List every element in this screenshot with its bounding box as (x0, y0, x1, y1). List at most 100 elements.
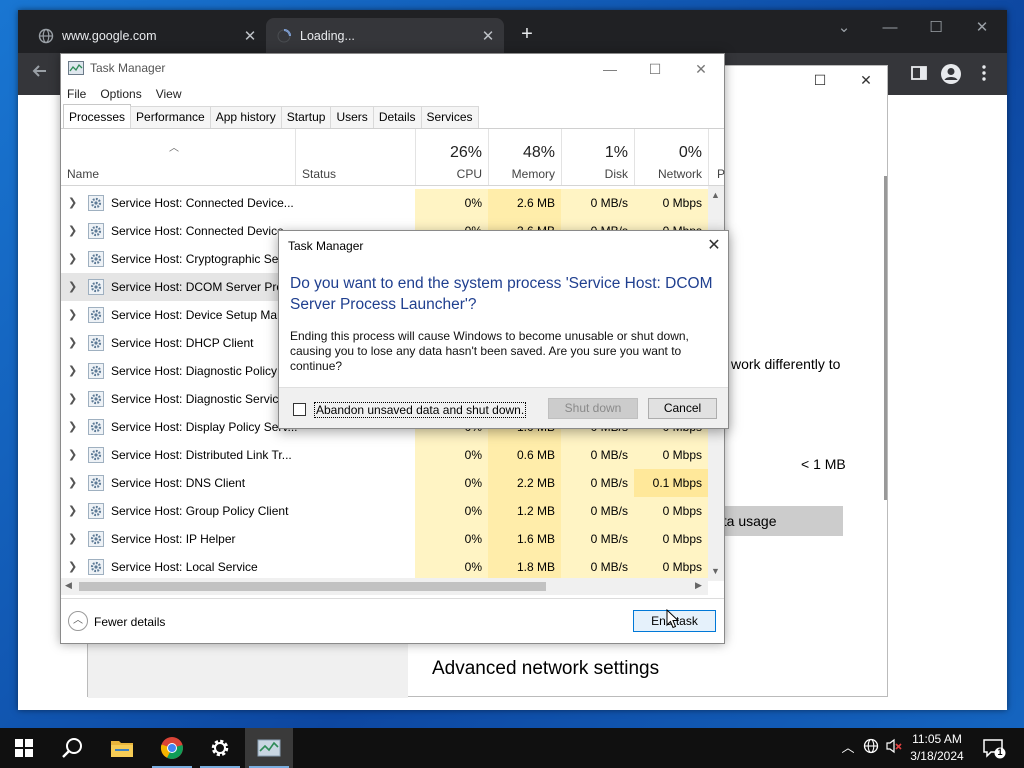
tab-search-icon[interactable]: ⌄ (821, 14, 867, 44)
scroll-down-icon[interactable]: ▼ (711, 566, 720, 576)
chrome-icon[interactable] (148, 728, 196, 768)
expand-chevron-icon[interactable]: ❯ (68, 392, 78, 405)
column-memory[interactable]: 48% Memory (488, 129, 561, 185)
maximize-icon[interactable]: ☐ (800, 72, 840, 89)
minimize-icon[interactable]: — (590, 57, 630, 81)
process-memory: 2.6 MB (488, 189, 561, 217)
tab-startup[interactable]: Startup (280, 106, 332, 128)
process-row[interactable]: ❯ Service Host: Group Policy Client 0% 1.2 … (61, 497, 708, 525)
tab-app-history[interactable]: App history (209, 106, 282, 128)
abandon-data-label[interactable]: Abandon unsaved data and shut down. (314, 402, 527, 418)
back-arrow-icon[interactable] (28, 62, 52, 86)
service-host-icon (88, 419, 104, 435)
process-disk: 0 MB/s (561, 189, 634, 217)
task-manager-icon (68, 61, 84, 75)
process-row[interactable]: ❯ Service Host: IP Helper 0% 1.6 MB 0 MB/s 0 … (61, 525, 708, 553)
expand-chevron-icon[interactable]: ❯ (68, 308, 78, 321)
data-usage-button[interactable]: ata usage (713, 506, 843, 536)
process-row[interactable]: ❯ Service Host: Local Service 0% 1.8 MB 0 MB… (61, 553, 708, 581)
expand-chevron-icon[interactable]: ❯ (68, 336, 78, 349)
dialog-heading: Do you want to end the system process 'S… (290, 275, 713, 313)
dialog-footer: Abandon unsaved data and shut down. Shut… (279, 387, 728, 428)
expand-chevron-icon[interactable]: ❯ (68, 224, 78, 237)
scroll-left-icon[interactable]: ◀ (65, 580, 72, 591)
process-row[interactable]: ❯ Service Host: DNS Client 0% 2.2 MB 0 MB/s 0… (61, 469, 708, 497)
process-row[interactable]: ❯ Service Host: Distributed Link Tr... 0% 0… (61, 441, 708, 469)
advanced-network-settings-link[interactable]: Advanced network settings (432, 658, 659, 680)
close-icon[interactable]: ✕ (703, 235, 725, 255)
windows-start-icon[interactable] (0, 728, 48, 768)
process-network: 0 Mbps (634, 553, 708, 581)
close-window-icon[interactable]: ✕ (681, 57, 721, 81)
tab-users[interactable]: Users (330, 106, 374, 128)
network-globe-icon[interactable] (861, 738, 881, 758)
search-icon[interactable] (48, 728, 96, 768)
chevron-up-icon[interactable]: ︿ (838, 738, 858, 758)
expand-chevron-icon[interactable]: ❯ (68, 196, 78, 209)
close-tab-icon[interactable]: ✕ (478, 27, 498, 45)
column-disk[interactable]: 1% Disk (561, 129, 634, 185)
expand-chevron-icon[interactable]: ❯ (68, 420, 78, 433)
task-manager-icon[interactable] (245, 728, 293, 768)
process-memory: 1.8 MB (488, 553, 561, 581)
minimize-icon[interactable]: — (867, 14, 913, 44)
data-usage-size: < 1 MB (801, 456, 846, 472)
new-tab-button[interactable]: + (516, 24, 538, 46)
horizontal-scrollbar[interactable]: ◀ ▶ (61, 578, 708, 595)
kebab-menu-icon[interactable] (974, 63, 996, 85)
scroll-thumb[interactable] (79, 582, 546, 591)
process-name: Service Host: Device Setup Man... (111, 308, 294, 322)
menu-file[interactable]: File (67, 83, 86, 105)
scroll-up-icon[interactable]: ▲ (711, 190, 720, 200)
expand-chevron-icon[interactable]: ❯ (68, 476, 78, 489)
tab-performance[interactable]: Performance (130, 106, 211, 128)
notification-center-icon[interactable]: 1 (982, 736, 1006, 760)
tab-details[interactable]: Details (372, 106, 422, 128)
side-panel-icon[interactable] (909, 63, 931, 85)
expand-chevron-icon[interactable]: ❯ (68, 532, 78, 545)
service-host-icon (88, 503, 104, 519)
expand-chevron-icon[interactable]: ❯ (68, 252, 78, 265)
menu-view[interactable]: View (156, 83, 182, 105)
column-power[interactable]: P (708, 129, 725, 185)
maximize-icon[interactable]: ☐ (913, 14, 959, 44)
end-process-dialog: Task Manager ✕ Do you want to end the sy… (278, 230, 729, 429)
shut-down-button[interactable]: Shut down (548, 398, 638, 419)
column-cpu[interactable]: 26% CPU (415, 129, 488, 185)
chevron-up-icon[interactable]: ︿ (68, 611, 88, 631)
column-network[interactable]: 0% Network (634, 129, 708, 185)
close-window-icon[interactable]: ✕ (846, 72, 886, 89)
cpu-label: CPU (456, 167, 482, 181)
abandon-data-checkbox[interactable] (293, 403, 306, 416)
scrollbar[interactable] (884, 176, 887, 500)
expand-chevron-icon[interactable]: ❯ (68, 448, 78, 461)
profile-avatar-icon[interactable] (940, 63, 962, 85)
menu-options[interactable]: Options (100, 83, 141, 105)
column-status[interactable]: Status (295, 129, 415, 185)
taskbar: ︿ 11:05 AM 3/18/2024 1 (0, 728, 1024, 768)
tab-services[interactable]: Services (420, 106, 479, 128)
process-row[interactable]: ❯ Service Host: Connected Device... 0% 2.6 … (61, 189, 708, 217)
close-window-icon[interactable]: ✕ (959, 14, 1005, 44)
file-explorer-icon[interactable] (98, 728, 146, 768)
chrome-tab-bar: www.google.com ✕ Loading... ✕ + ⌄ — ☐ ✕ (18, 10, 1007, 53)
cancel-button[interactable]: Cancel (648, 398, 717, 419)
expand-chevron-icon[interactable]: ❯ (68, 280, 78, 293)
column-name[interactable]: Name (61, 129, 295, 185)
maximize-icon[interactable]: ☐ (635, 57, 675, 81)
scroll-right-icon[interactable]: ▶ (695, 580, 702, 591)
cpu-percent: 26% (449, 144, 482, 161)
settings-gear-icon[interactable] (196, 728, 244, 768)
system-clock[interactable]: 11:05 AM 3/18/2024 (902, 731, 972, 765)
service-host-icon (88, 475, 104, 491)
expand-chevron-icon[interactable]: ❯ (68, 504, 78, 517)
browser-tab-google[interactable]: www.google.com ✕ (28, 18, 266, 53)
close-tab-icon[interactable]: ✕ (240, 27, 260, 45)
memory-label: Memory (511, 167, 555, 181)
tab-processes[interactable]: Processes (63, 104, 132, 128)
fewer-details-link[interactable]: Fewer details (94, 615, 165, 629)
expand-chevron-icon[interactable]: ❯ (68, 364, 78, 377)
browser-tab-loading[interactable]: Loading... ✕ (266, 18, 504, 53)
expand-chevron-icon[interactable]: ❯ (68, 560, 78, 573)
volume-muted-icon[interactable] (884, 738, 904, 758)
